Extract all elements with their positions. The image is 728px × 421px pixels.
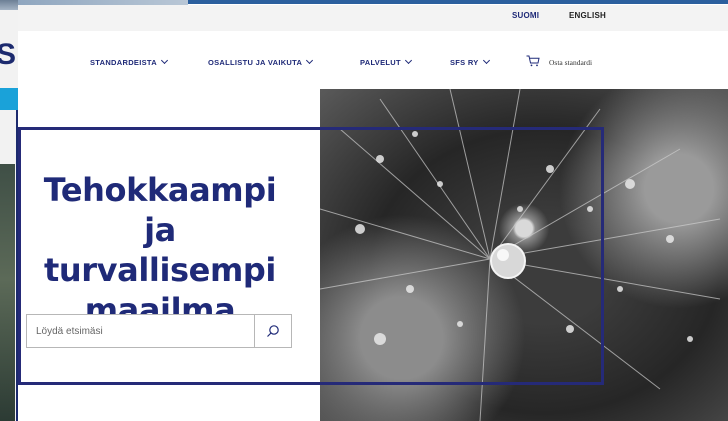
- chevron-down-icon: [306, 56, 314, 65]
- language-bar: [18, 5, 728, 31]
- nav-item-osallistu-ja-vaikuta[interactable]: OSALLISTU JA VAIKUTA: [208, 56, 314, 67]
- background-window-bar: [0, 88, 18, 110]
- nav-item-palvelut[interactable]: PALVELUT: [360, 56, 412, 67]
- background-window-image: [0, 164, 15, 421]
- chevron-down-icon: [404, 56, 412, 65]
- language-finnish-link[interactable]: SUOMI: [512, 11, 539, 20]
- logo-fragment: S: [0, 38, 17, 71]
- nav-item-label: PALVELUT: [360, 58, 401, 67]
- hero-search: [26, 314, 292, 348]
- window-border: [188, 0, 728, 4]
- cart-icon[interactable]: [526, 55, 540, 67]
- background-window-photo: [0, 0, 18, 10]
- search-button[interactable]: [254, 315, 291, 347]
- nav-item-sfs-ry[interactable]: SFS RY: [450, 56, 490, 67]
- nav-item-label: STANDARDEISTA: [90, 58, 157, 67]
- chevron-down-icon: [160, 56, 169, 65]
- search-icon: [267, 325, 279, 337]
- background-window: S: [0, 0, 18, 421]
- nav-item-label: SFS RY: [450, 58, 479, 67]
- hero-headline: Tehokkaampi ja turvallisempi maailma: [43, 171, 277, 329]
- nav-item-label: OSALLISTU JA VAIKUTA: [208, 58, 303, 67]
- search-input[interactable]: [27, 315, 255, 347]
- buy-standard-link[interactable]: Osta standardi: [549, 58, 592, 67]
- chevron-down-icon: [482, 56, 490, 65]
- nav-item-standardeista[interactable]: STANDARDEISTA: [90, 56, 169, 67]
- language-english-link[interactable]: ENGLISH: [569, 11, 606, 20]
